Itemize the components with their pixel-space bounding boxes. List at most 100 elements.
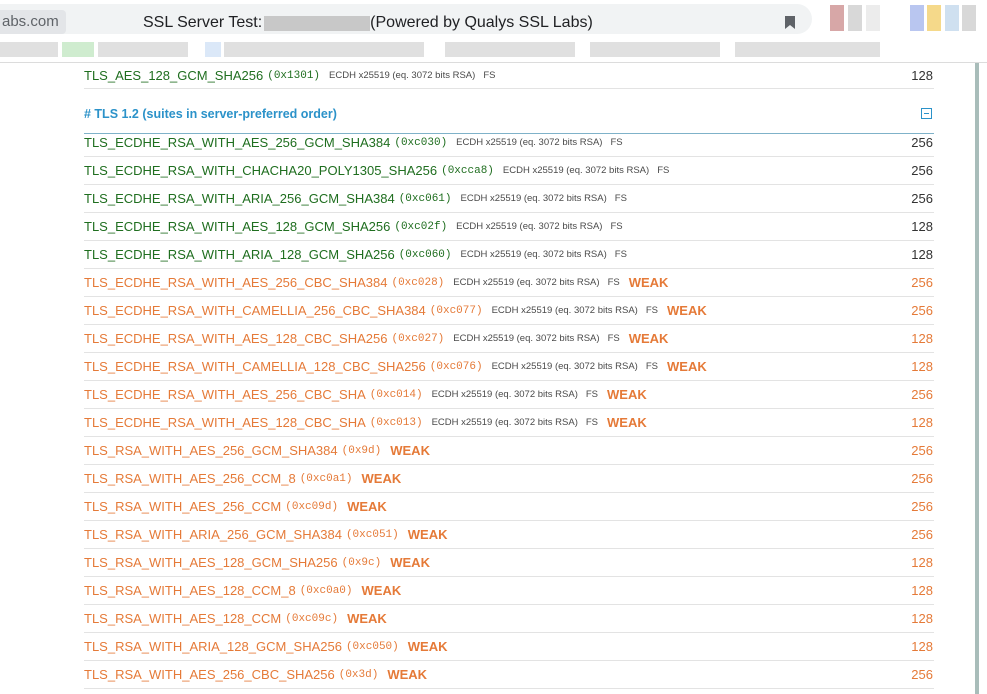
extension-icon[interactable]	[945, 5, 959, 31]
key-bits: 128	[911, 555, 933, 570]
key-bits: 256	[911, 135, 933, 150]
cipher-name: TLS_ECDHE_RSA_WITH_AES_256_GCM_SHA384	[84, 135, 391, 150]
key-exchange: ECDH x25519 (eq. 3072 bits RSA)	[329, 70, 476, 81]
cipher-name: TLS_ECDHE_RSA_WITH_AES_128_CBC_SHA256	[84, 331, 388, 346]
bookmark-item[interactable]	[62, 42, 94, 57]
forward-secrecy: FS	[610, 137, 623, 148]
key-exchange: ECDH x25519 (eq. 3072 bits RSA)	[453, 277, 600, 288]
bookmark-item[interactable]	[98, 42, 188, 57]
cipher-code: (0xc027)	[391, 332, 445, 345]
extension-icon[interactable]	[962, 5, 976, 31]
extension-icon[interactable]	[927, 5, 941, 31]
cipher-code: (0xcca8)	[441, 164, 494, 177]
forward-secrecy: FS	[585, 389, 599, 400]
forward-secrecy: FS	[585, 417, 599, 428]
cipher-suite-row: TLS_RSA_WITH_AES_256_CCM (0xc09d) WEAK 256	[84, 493, 934, 521]
extension-icon[interactable]	[910, 5, 924, 31]
weak-badge: WEAK	[667, 359, 707, 374]
page-content: TLS_AES_128_GCM_SHA256 (0x1301) ECDH x25…	[0, 63, 987, 694]
cipher-name: TLS_RSA_WITH_AES_256_GCM_SHA384	[84, 443, 338, 458]
cipher-code: (0xc077)	[429, 304, 483, 317]
cipher-code: (0xc060)	[398, 248, 452, 261]
extension-icon[interactable]	[830, 5, 844, 31]
bookmark-item[interactable]	[224, 42, 424, 57]
bookmark-item[interactable]	[445, 42, 575, 57]
key-exchange: ECDH x25519 (eq. 3072 bits RSA)	[453, 333, 600, 344]
cipher-suite-row: TLS_RSA_WITH_CAMELLIA_256_CBC_SHA256(0xc…	[84, 689, 934, 694]
cipher-suite-row: TLS_ECDHE_RSA_WITH_ARIA_256_GCM_SHA384 (0…	[84, 185, 934, 213]
cipher-name: TLS_RSA_WITH_ARIA_256_GCM_SHA384	[84, 527, 342, 542]
cipher-name: TLS_ECDHE_RSA_WITH_AES_128_CBC_SHA	[84, 415, 366, 430]
key-bits: 128	[911, 219, 933, 234]
cipher-name: TLS_RSA_WITH_AES_128_CCM_8	[84, 583, 296, 598]
bookmark-icon[interactable]	[784, 15, 796, 30]
cipher-name: TLS_RSA_WITH_AES_256_CBC_SHA256	[84, 667, 335, 682]
bookmark-item[interactable]	[0, 42, 58, 57]
cipher-suite-row: TLS_RSA_WITH_ARIA_128_GCM_SHA256 (0xc050)…	[84, 633, 934, 661]
key-bits: 256	[911, 275, 933, 290]
cipher-suite-row: TLS_AES_128_GCM_SHA256 (0x1301) ECDH x25…	[84, 63, 934, 89]
forward-secrecy: FS	[645, 305, 658, 316]
weak-badge: WEAK	[628, 275, 669, 290]
key-bits: 256	[911, 163, 933, 178]
cipher-name: TLS_RSA_WITH_ARIA_128_GCM_SHA256	[84, 639, 342, 654]
scrollbar[interactable]	[975, 63, 979, 694]
cipher-suite-row: TLS_ECDHE_RSA_WITH_CAMELLIA_256_CBC_SHA3…	[84, 297, 934, 325]
cipher-name: TLS_ECDHE_RSA_WITH_AES_256_CBC_SHA	[84, 387, 366, 402]
cipher-suite-row: TLS_RSA_WITH_AES_256_CBC_SHA256 (0x3d) WEA…	[84, 661, 934, 689]
cipher-name: TLS_ECDHE_RSA_WITH_CHACHA20_POLY1305_SHA…	[84, 163, 438, 178]
extension-icon[interactable]	[866, 5, 880, 31]
cipher-code: (0xc051)	[345, 528, 399, 541]
cipher-name: TLS_RSA_WITH_AES_128_CCM	[84, 611, 282, 626]
bookmark-item[interactable]	[735, 42, 880, 57]
address-bar[interactable]: abs.com SSL Server Test: (Powered by Qua…	[0, 4, 812, 34]
forward-secrecy: FS	[610, 221, 623, 232]
cipher-suite-row: TLS_ECDHE_RSA_WITH_ARIA_128_GCM_SHA256 (0…	[84, 241, 934, 269]
cipher-code: (0xc028)	[391, 276, 445, 289]
cipher-code: (0xc014)	[369, 388, 423, 401]
forward-secrecy: FS	[614, 193, 627, 204]
cipher-code: (0xc02f)	[394, 220, 448, 233]
cipher-code: (0x9d)	[341, 444, 382, 457]
key-bits: 128	[911, 331, 933, 346]
key-exchange: ECDH x25519 (eq. 3072 bits RSA)	[491, 361, 638, 372]
key-bits: 256	[911, 387, 933, 402]
cipher-code: (0xc076)	[429, 360, 483, 373]
key-exchange: ECDH x25519 (eq. 3072 bits RSA)	[456, 137, 603, 148]
cipher-name: TLS_RSA_WITH_AES_256_CCM	[84, 499, 282, 514]
cipher-suite-row: TLS_RSA_WITH_AES_256_CCM_8 (0xc0a1) WEAK 25…	[84, 465, 934, 493]
bookmark-item[interactable]	[590, 42, 720, 57]
browser-chrome: abs.com SSL Server Test: (Powered by Qua…	[0, 0, 987, 63]
weak-badge: WEAK	[607, 387, 647, 402]
weak-badge: WEAK	[387, 667, 428, 682]
bookmark-item[interactable]	[205, 42, 221, 57]
key-exchange: ECDH x25519 (eq. 3072 bits RSA)	[456, 221, 603, 232]
cipher-code: (0x1301)	[267, 69, 321, 82]
key-bits: 256	[911, 527, 933, 542]
key-bits: 128	[911, 583, 933, 598]
cipher-code: (0x9c)	[341, 556, 382, 569]
weak-badge: WEAK	[390, 555, 430, 570]
key-bits: 128	[911, 68, 933, 83]
cipher-suite-row: TLS_ECDHE_RSA_WITH_AES_256_CBC_SHA384 (0x…	[84, 269, 934, 297]
cipher-code: (0xc061)	[398, 192, 452, 205]
cipher-code: (0xc030)	[394, 136, 448, 149]
cipher-suite-row: TLS_RSA_WITH_ARIA_256_GCM_SHA384 (0xc051)…	[84, 521, 934, 549]
cipher-name: TLS_RSA_WITH_AES_256_CCM_8	[84, 471, 296, 486]
weak-badge: WEAK	[361, 583, 402, 598]
extension-icon[interactable]	[848, 5, 862, 31]
cipher-suite-row: TLS_ECDHE_RSA_WITH_AES_128_CBC_SHA256 (0x…	[84, 325, 934, 353]
forward-secrecy: FS	[657, 165, 670, 176]
cipher-suite-row: TLS_RSA_WITH_AES_128_CCM_8 (0xc0a0) WEAK 12…	[84, 577, 934, 605]
cipher-name: TLS_ECDHE_RSA_WITH_AES_128_GCM_SHA256	[84, 219, 391, 234]
forward-secrecy: FS	[614, 249, 627, 260]
key-exchange: ECDH x25519 (eq. 3072 bits RSA)	[431, 417, 578, 428]
collapse-icon[interactable]	[921, 108, 932, 119]
forward-secrecy: FS	[483, 70, 496, 81]
section-header-tls12: # TLS 1.2 (suites in server-preferred or…	[84, 94, 934, 134]
cipher-name: TLS_ECDHE_RSA_WITH_CAMELLIA_256_CBC_SHA3…	[84, 303, 426, 318]
cipher-code: (0xc013)	[369, 416, 423, 429]
page-tab-title: SSL Server Test: (Powered by Qualys SSL …	[143, 8, 593, 38]
cipher-name: TLS_ECDHE_RSA_WITH_ARIA_128_GCM_SHA256	[84, 247, 395, 262]
cipher-name: TLS_RSA_WITH_AES_128_GCM_SHA256	[84, 555, 338, 570]
